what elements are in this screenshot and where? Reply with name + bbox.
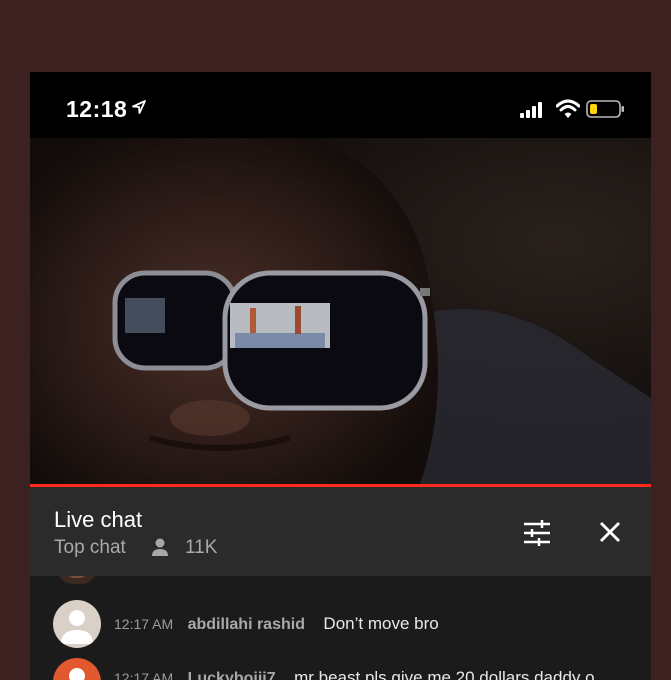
message-timestamp: 12:17 AM — [114, 616, 174, 632]
default-avatar-icon — [69, 668, 85, 680]
wifi-icon — [556, 99, 580, 118]
avatar[interactable] — [53, 600, 101, 648]
location-arrow-icon — [132, 100, 146, 114]
battery-icon — [586, 100, 624, 118]
partial-avatar — [57, 576, 97, 584]
video-player[interactable] — [30, 138, 651, 484]
cellular-signal-icon — [520, 102, 542, 118]
phone-screen: 12:18 Live chat Top chat 11K 12:17 AM ab… — [30, 72, 651, 680]
message-text: mr beast pls give me 20 dollars daddy o — [294, 668, 595, 680]
live-chat-title: Live chat — [54, 507, 143, 532]
chat-messages-list[interactable]: 12:17 AM abdillahi rashid Don’t move bro… — [30, 576, 651, 680]
message-timestamp: 12:17 AM — [114, 670, 174, 680]
video-frame — [30, 138, 651, 484]
status-time: 12:18 — [66, 96, 128, 122]
chat-mode-selector[interactable]: Top chat — [54, 537, 126, 559]
live-chat-header: Live chat Top chat 11K — [30, 487, 651, 576]
person-icon — [152, 538, 168, 556]
avatar[interactable] — [53, 658, 101, 680]
chat-message: 12:17 AM Luckyboiii7 mr beast pls give m… — [30, 658, 651, 680]
chat-message-content: 12:17 AM Luckyboiii7 mr beast pls give m… — [114, 668, 595, 680]
default-avatar-icon — [61, 610, 93, 644]
message-author[interactable]: Luckyboiii7 — [188, 670, 276, 680]
chat-message-content: 12:17 AM abdillahi rashid Don’t move bro — [114, 614, 439, 634]
message-text: Don’t move bro — [323, 614, 439, 633]
viewer-count: 11K — [185, 537, 218, 558]
message-author[interactable]: abdillahi rashid — [188, 616, 305, 633]
filter-settings-icon[interactable] — [522, 519, 552, 547]
status-bar: 12:18 — [30, 72, 651, 138]
close-icon[interactable] — [599, 521, 621, 543]
chat-message: 12:17 AM abdillahi rashid Don’t move bro — [30, 600, 651, 650]
